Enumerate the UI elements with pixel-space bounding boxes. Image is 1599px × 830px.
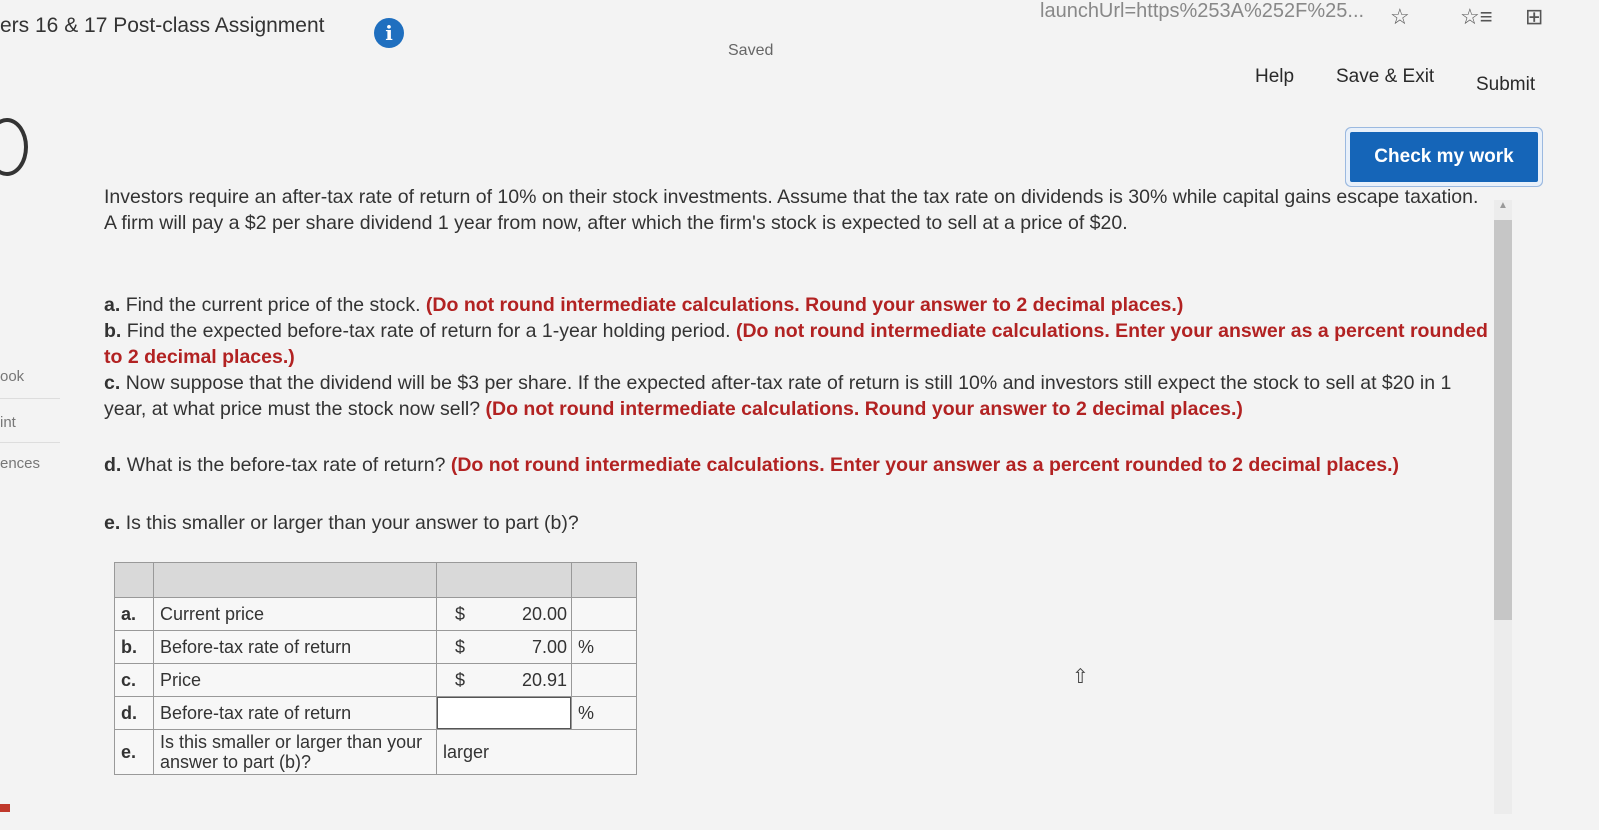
question-part-a: a. Find the current price of the stock. … bbox=[104, 292, 1489, 318]
answer-table: a. Current price $ 20.00 b. Before-tax r… bbox=[114, 562, 637, 775]
table-header-row bbox=[114, 562, 637, 598]
question-part-e: e. Is this smaller or larger than your a… bbox=[104, 510, 1489, 536]
answer-input-b[interactable]: $ 7.00 bbox=[436, 630, 572, 664]
table-row: b. Before-tax rate of return $ 7.00 % bbox=[114, 630, 637, 664]
row-description: Before-tax rate of return bbox=[153, 630, 437, 664]
row-description: Current price bbox=[153, 597, 437, 631]
header-cell bbox=[153, 562, 437, 598]
unit-cell bbox=[571, 663, 637, 697]
sidebar-item-print[interactable]: int bbox=[0, 414, 16, 431]
part-note: (Do not round intermediate calculations.… bbox=[450, 454, 1399, 476]
row-label: a. bbox=[114, 597, 154, 631]
progress-ring bbox=[0, 118, 28, 176]
row-description: Price bbox=[153, 663, 437, 697]
row-label: e. bbox=[114, 729, 154, 775]
row-description: Is this smaller or larger than your answ… bbox=[153, 729, 437, 775]
star-plus-icon[interactable]: ☆ bbox=[1390, 4, 1410, 30]
scrollbar-thumb[interactable] bbox=[1494, 220, 1512, 620]
unit-cell bbox=[571, 597, 637, 631]
dollar-sign: $ bbox=[455, 604, 466, 624]
answer-value[interactable]: 20.00 bbox=[522, 604, 567, 625]
mouse-cursor-icon: ⇧ bbox=[1072, 666, 1089, 688]
table-row: c. Price $ 20.91 bbox=[114, 663, 637, 697]
percent-sign: % bbox=[571, 630, 637, 664]
answer-input-a[interactable]: $ 20.00 bbox=[436, 597, 572, 631]
question-part-c: c. Now suppose that the dividend will be… bbox=[104, 370, 1489, 422]
row-label: d. bbox=[114, 696, 154, 730]
header-cell bbox=[571, 562, 637, 598]
part-text: What is the before-tax rate of return? bbox=[126, 454, 446, 476]
collections-icon[interactable]: ⊞ bbox=[1525, 4, 1543, 30]
answer-value[interactable]: 7.00 bbox=[532, 637, 567, 658]
part-label: a. bbox=[104, 294, 121, 316]
check-my-work-button[interactable]: Check my work bbox=[1350, 132, 1538, 182]
part-label: d. bbox=[104, 454, 122, 476]
page-title: ers 16 & 17 Post-class Assignment bbox=[0, 14, 325, 37]
answer-input-d[interactable] bbox=[436, 696, 572, 730]
percent-sign: % bbox=[571, 696, 637, 730]
question-intro: Investors require an after-tax rate of r… bbox=[104, 186, 1479, 234]
sidebar-item-ebook[interactable]: ook bbox=[0, 368, 24, 385]
part-label: b. bbox=[104, 320, 122, 342]
row-description: Before-tax rate of return bbox=[153, 696, 437, 730]
header-cell bbox=[114, 562, 154, 598]
answer-value[interactable]: 20.91 bbox=[522, 670, 567, 691]
part-note: (Do not round intermediate calculations.… bbox=[485, 398, 1243, 420]
info-icon[interactable]: i bbox=[374, 18, 404, 48]
saved-status: Saved bbox=[728, 42, 774, 59]
row-label: c. bbox=[114, 663, 154, 697]
sidebar-divider bbox=[0, 398, 60, 399]
dollar-sign: $ bbox=[455, 670, 466, 690]
scroll-up-arrow-icon[interactable]: ▲ bbox=[1494, 200, 1512, 211]
part-note: (Do not round intermediate calculations.… bbox=[425, 294, 1184, 316]
empty-input-box[interactable] bbox=[437, 697, 571, 729]
help-link[interactable]: Help bbox=[1255, 66, 1294, 88]
part-label: e. bbox=[104, 512, 121, 534]
question-part-d: d. What is the before-tax rate of return… bbox=[104, 452, 1489, 478]
header-cell bbox=[436, 562, 572, 598]
status-indicator bbox=[0, 804, 10, 812]
part-text: Find the expected before-tax rate of ret… bbox=[126, 320, 731, 342]
part-text: Find the current price of the stock. bbox=[125, 294, 421, 316]
save-exit-link[interactable]: Save & Exit bbox=[1336, 66, 1434, 88]
sidebar-divider bbox=[0, 442, 60, 443]
table-row: d. Before-tax rate of return % bbox=[114, 696, 637, 730]
answer-input-c[interactable]: $ 20.91 bbox=[436, 663, 572, 697]
table-row: a. Current price $ 20.00 bbox=[114, 597, 637, 631]
submit-link[interactable]: Submit bbox=[1476, 74, 1535, 96]
address-bar-url[interactable]: launchUrl=https%253A%252F%25... bbox=[1040, 0, 1364, 23]
row-label: b. bbox=[114, 630, 154, 664]
question-part-b: b. Find the expected before-tax rate of … bbox=[104, 318, 1489, 370]
part-label: c. bbox=[104, 372, 121, 394]
table-row: e. Is this smaller or larger than your a… bbox=[114, 729, 637, 775]
sidebar-item-references[interactable]: ences bbox=[0, 455, 40, 472]
favorites-list-icon[interactable]: ☆≡ bbox=[1460, 4, 1493, 30]
part-text: Is this smaller or larger than your answ… bbox=[125, 512, 579, 534]
answer-select-e[interactable]: larger bbox=[436, 729, 637, 775]
dollar-sign: $ bbox=[455, 637, 466, 657]
